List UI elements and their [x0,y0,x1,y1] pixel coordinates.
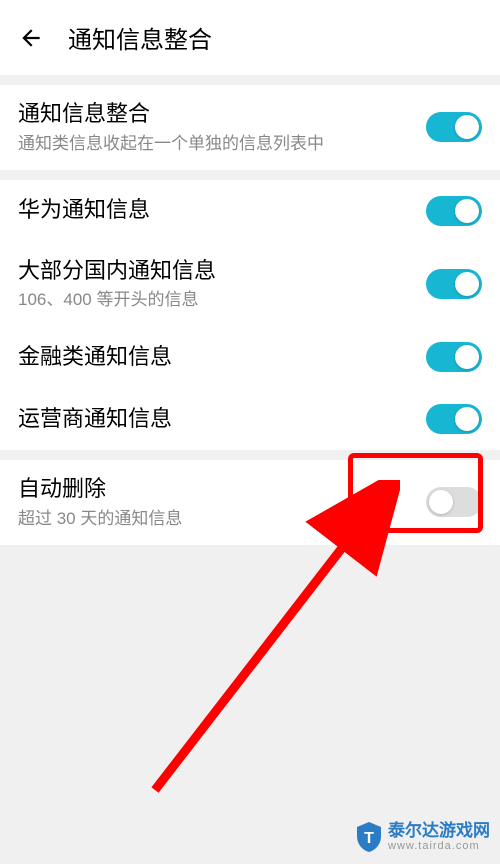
toggle-auto-delete[interactable] [426,487,482,517]
row-text: 金融类通知信息 [18,342,414,373]
row-subtitle: 106、400 等开头的信息 [18,288,414,312]
row-carrier[interactable]: 运营商通知信息 [0,388,500,450]
toggle-domestic[interactable] [426,269,482,299]
watermark-logo-icon: T [354,820,384,854]
row-title: 运营商通知信息 [18,404,414,435]
section-auto-delete: 自动删除 超过 30 天的通知信息 [0,460,500,545]
toggle-financial[interactable] [426,342,482,372]
watermark-text: 泰尔达游戏网 [388,822,490,841]
row-auto-delete[interactable]: 自动删除 超过 30 天的通知信息 [0,460,500,545]
back-button[interactable] [16,23,46,53]
row-title: 大部分国内通知信息 [18,256,414,287]
toggle-huawei[interactable] [426,196,482,226]
section-categories: 华为通知信息 大部分国内通知信息 106、400 等开头的信息 金融类通知信息 … [0,180,500,451]
watermark: T 泰尔达游戏网 www.tairda.com [354,820,490,854]
row-text: 大部分国内通知信息 106、400 等开头的信息 [18,256,414,313]
toggle-notification-integration[interactable] [426,112,482,142]
row-subtitle: 通知类信息收起在一个单独的信息列表中 [18,132,414,156]
arrow-left-icon [18,25,44,51]
page-title: 通知信息整合 [68,20,212,55]
row-huawei[interactable]: 华为通知信息 [0,180,500,242]
header: 通知信息整合 [0,0,500,75]
row-subtitle: 超过 30 天的通知信息 [18,507,414,531]
row-text: 通知信息整合 通知类信息收起在一个单独的信息列表中 [18,99,414,156]
row-title: 华为通知信息 [18,195,414,226]
row-title: 金融类通知信息 [18,342,414,373]
row-financial[interactable]: 金融类通知信息 [0,326,500,388]
section-main-toggle: 通知信息整合 通知类信息收起在一个单独的信息列表中 [0,85,500,170]
svg-text:T: T [364,830,374,847]
row-text: 运营商通知信息 [18,404,414,435]
watermark-text-block: 泰尔达游戏网 www.tairda.com [388,822,490,853]
row-title: 自动删除 [18,474,414,505]
watermark-sub: www.tairda.com [388,840,490,852]
row-text: 华为通知信息 [18,195,414,226]
row-title: 通知信息整合 [18,99,414,130]
row-notification-integration[interactable]: 通知信息整合 通知类信息收起在一个单独的信息列表中 [0,85,500,170]
toggle-carrier[interactable] [426,404,482,434]
row-domestic[interactable]: 大部分国内通知信息 106、400 等开头的信息 [0,242,500,327]
row-text: 自动删除 超过 30 天的通知信息 [18,474,414,531]
